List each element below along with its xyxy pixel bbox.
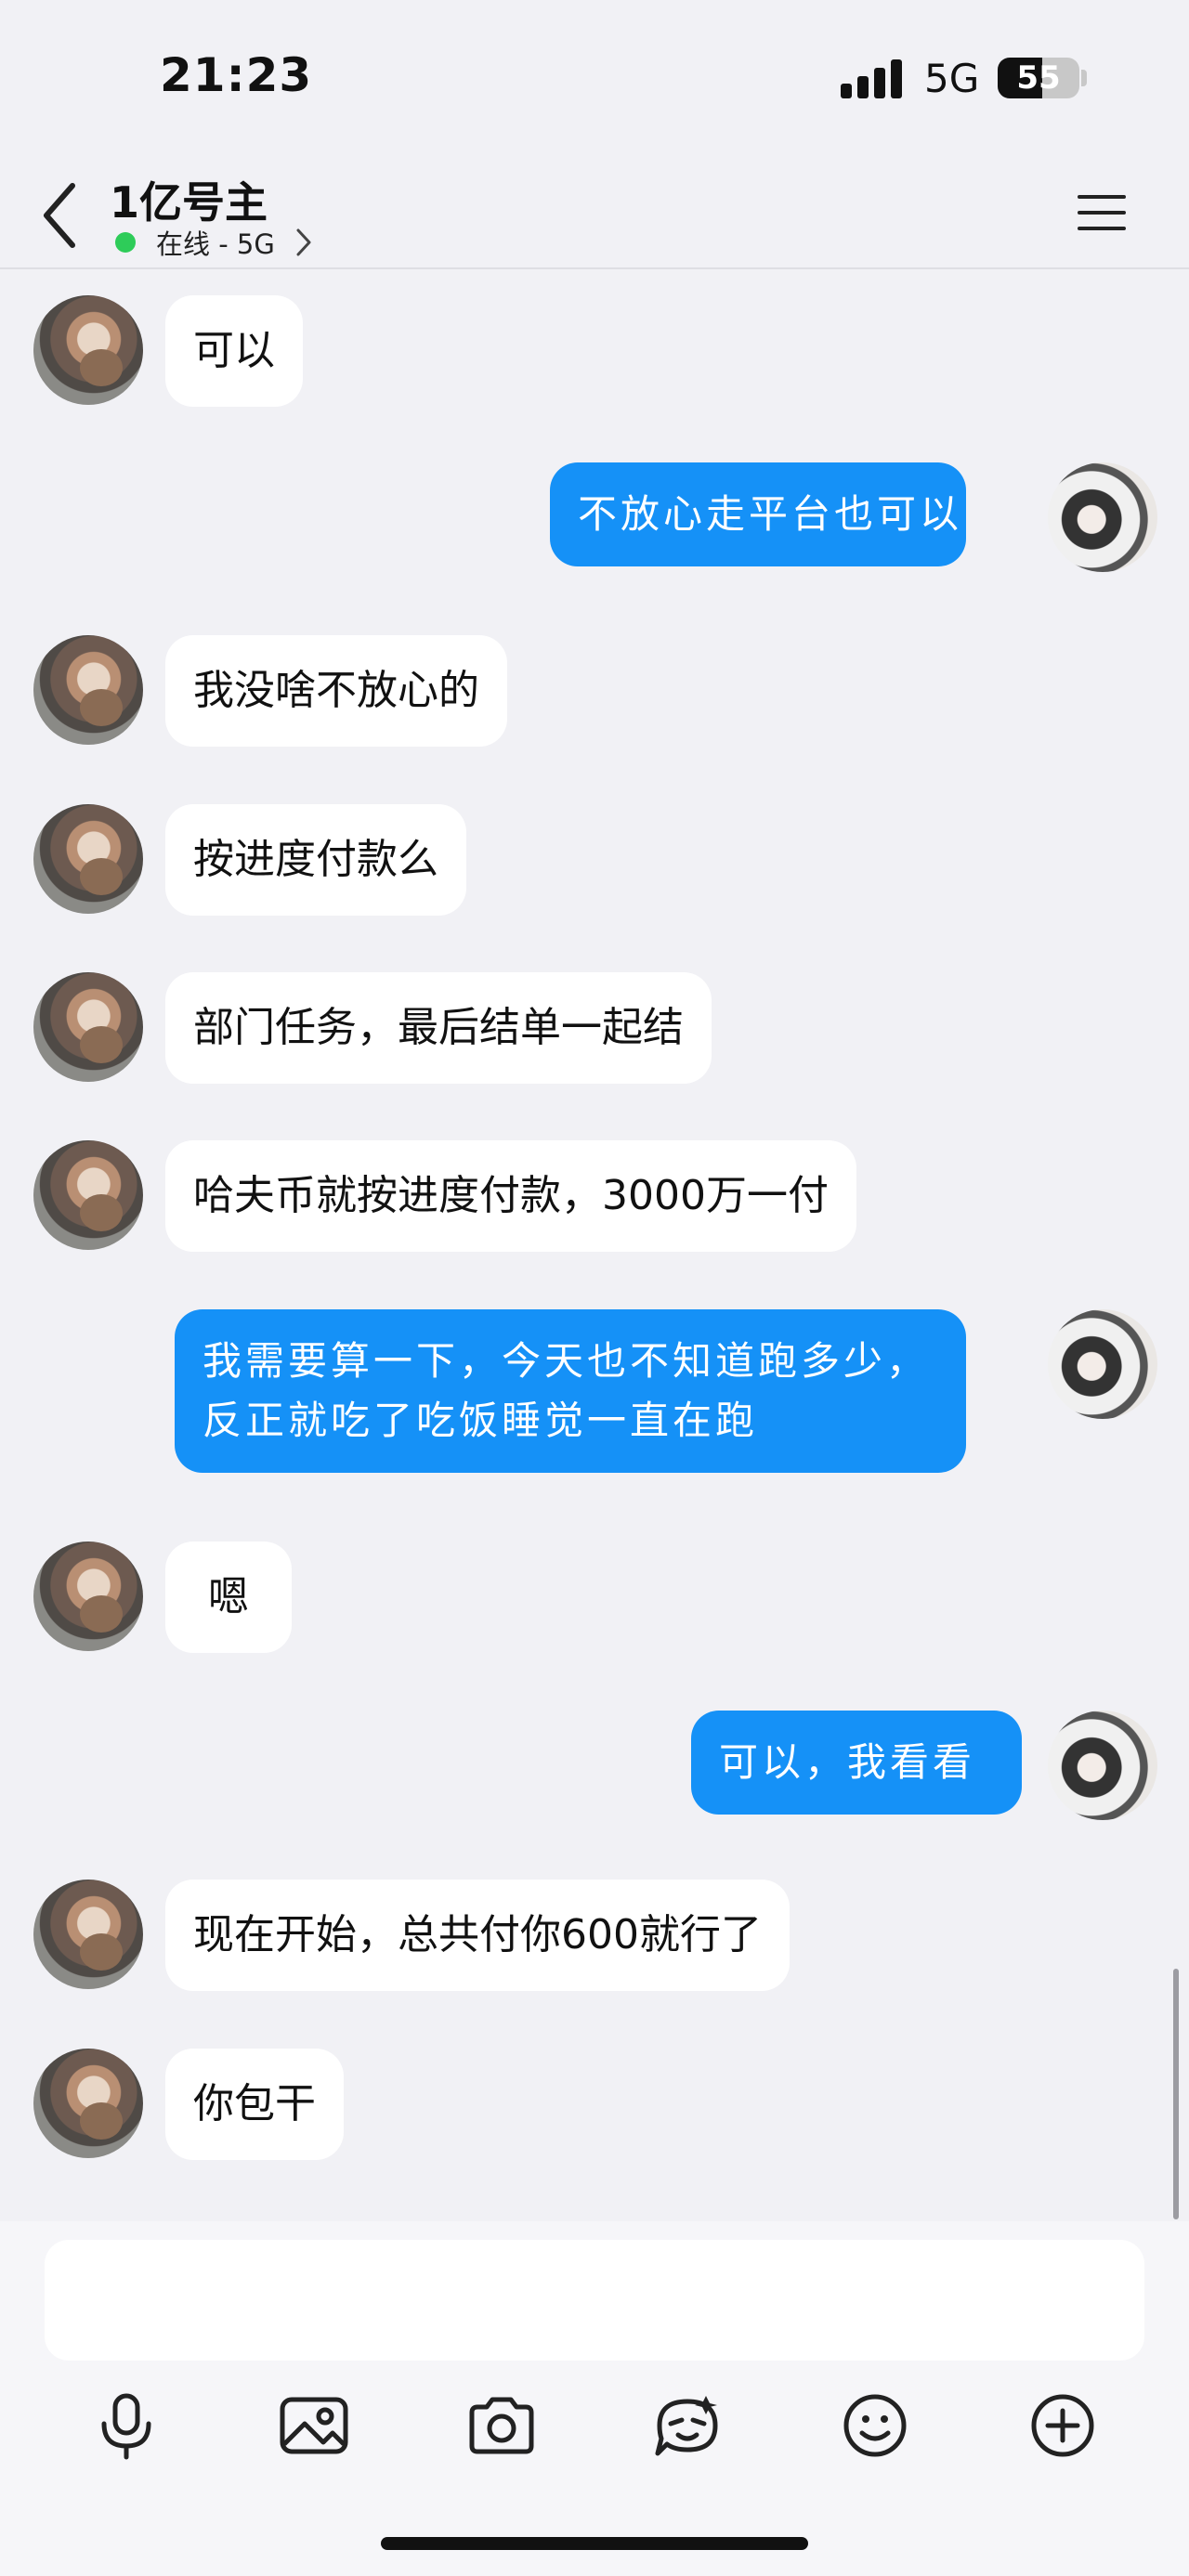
emoji-icon[interactable] xyxy=(838,2388,912,2463)
contact-status[interactable]: 在线 - 5G xyxy=(115,223,314,262)
status-text: 在线 - 5G xyxy=(156,228,275,260)
my-avatar[interactable] xyxy=(1048,1711,1157,1820)
contact-avatar[interactable] xyxy=(33,1542,143,1651)
network-type: 5G xyxy=(924,56,980,101)
message-input[interactable] xyxy=(45,2240,1144,2361)
plus-icon[interactable] xyxy=(1026,2388,1100,2463)
contact-avatar[interactable] xyxy=(33,972,143,1082)
back-icon[interactable] xyxy=(37,178,82,253)
contact-avatar[interactable] xyxy=(33,2049,143,2158)
image-icon[interactable] xyxy=(277,2388,351,2463)
incoming-message[interactable]: 我没啥不放心的 xyxy=(165,635,507,747)
outgoing-message[interactable]: 我需要算一下，今天也不知道跑多少，反正就吃了吃饭睡觉一直在跑 xyxy=(175,1309,966,1473)
status-bar: 21:23 5G 55 xyxy=(0,0,1189,158)
battery-icon: 55 xyxy=(998,58,1079,98)
incoming-message[interactable]: 部门任务，最后结单一起结 xyxy=(165,972,712,1084)
contact-avatar[interactable] xyxy=(33,804,143,914)
outgoing-message[interactable]: 可以，我看看 xyxy=(691,1711,1022,1815)
contact-avatar[interactable] xyxy=(33,635,143,745)
chat-header: 1亿号主 在线 - 5G xyxy=(0,158,1189,269)
outgoing-message[interactable]: 不放心走平台也可以 xyxy=(550,462,966,566)
incoming-message[interactable]: 按进度付款么 xyxy=(165,804,466,916)
camera-icon[interactable] xyxy=(464,2388,539,2463)
sticker-icon[interactable] xyxy=(650,2388,725,2463)
menu-icon[interactable] xyxy=(1074,184,1131,241)
incoming-message[interactable]: 哈夫币就按进度付款，3000万一付 xyxy=(165,1140,856,1252)
incoming-message[interactable]: 嗯 xyxy=(165,1542,292,1653)
incoming-message[interactable]: 现在开始，总共付你600就行了 xyxy=(165,1880,790,1991)
contact-avatar[interactable] xyxy=(33,1880,143,1989)
contact-avatar[interactable] xyxy=(33,1140,143,1250)
status-time: 21:23 xyxy=(160,48,313,102)
contact-avatar[interactable] xyxy=(33,295,143,405)
my-avatar[interactable] xyxy=(1048,462,1157,572)
home-indicator[interactable] xyxy=(381,2537,808,2550)
my-avatar[interactable] xyxy=(1048,1309,1157,1419)
input-bar xyxy=(0,2221,1189,2576)
battery-level: 55 xyxy=(1016,59,1061,97)
signal-icon xyxy=(841,58,906,98)
online-status-dot xyxy=(115,232,136,253)
incoming-message[interactable]: 你包干 xyxy=(165,2049,344,2160)
contact-name[interactable]: 1亿号主 xyxy=(110,169,268,230)
chevron-right-icon xyxy=(296,228,311,256)
microphone-icon[interactable] xyxy=(89,2388,163,2463)
incoming-message[interactable]: 可以 xyxy=(165,295,303,407)
scrollbar[interactable] xyxy=(1173,1969,1179,2219)
battery-nub xyxy=(1081,70,1087,86)
